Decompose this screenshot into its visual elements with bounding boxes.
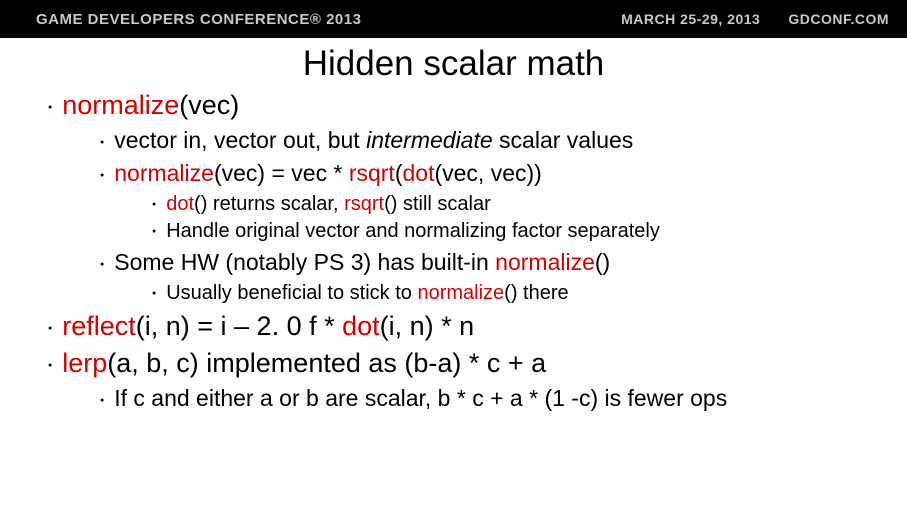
bullet-list-level3: ● dot() returns scalar, rsqrt() still sc… bbox=[0, 193, 907, 243]
slide-body: Hidden scalar math ● normalize(vec) ● ve… bbox=[0, 38, 907, 412]
bullet-normalize: ● normalize(vec) bbox=[48, 90, 907, 121]
bullet-list-level2: ● Some HW (notably PS 3) has built-in no… bbox=[0, 249, 907, 276]
header-conference-name: GAME DEVELOPERS CONFERENCE® 2013 bbox=[36, 11, 361, 28]
bullet-text: normalize(vec) bbox=[62, 90, 239, 121]
bullet-text: lerp(a, b, c) implemented as (b-a) * c +… bbox=[62, 348, 546, 379]
bullet-list-level3: ● Usually beneficial to stick to normali… bbox=[0, 282, 907, 305]
bullet-icon: ● bbox=[48, 325, 52, 332]
bullet-fewer-ops: ● If c and either a or b are scalar, b *… bbox=[100, 385, 907, 412]
bullet-icon: ● bbox=[100, 261, 104, 268]
slide-title: Hidden scalar math bbox=[0, 44, 907, 84]
bullet-text: Some HW (notably PS 3) has built-in norm… bbox=[114, 249, 610, 276]
bullet-list-level1: ● normalize(vec) bbox=[0, 90, 907, 121]
bullet-text: dot() returns scalar, rsqrt() still scal… bbox=[166, 193, 491, 216]
header-date: MARCH 25-29, 2013 bbox=[621, 11, 760, 27]
bullet-list-level2: ● vector in, vector out, but intermediat… bbox=[0, 127, 907, 187]
bullet-normalize-eq: ● normalize(vec) = vec * rsqrt(dot(vec, … bbox=[100, 160, 907, 187]
bullet-reflect: ● reflect(i, n) = i – 2. 0 f * dot(i, n)… bbox=[48, 311, 907, 342]
header-right-group: MARCH 25-29, 2013 GDCONF.COM bbox=[621, 11, 889, 27]
bullet-icon: ● bbox=[48, 362, 52, 369]
bullet-text: Usually beneficial to stick to normalize… bbox=[166, 282, 568, 305]
bullet-icon: ● bbox=[152, 201, 156, 208]
bullet-icon: ● bbox=[100, 139, 104, 146]
bullet-stick-normalize: ● Usually beneficial to stick to normali… bbox=[152, 282, 907, 305]
conference-header: GAME DEVELOPERS CONFERENCE® 2013 MARCH 2… bbox=[0, 0, 907, 38]
bullet-text: vector in, vector out, but intermediate … bbox=[114, 127, 633, 154]
bullet-handle-separately: ● Handle original vector and normalizing… bbox=[152, 220, 907, 243]
bullet-text: Handle original vector and normalizing f… bbox=[166, 220, 660, 243]
header-site: GDCONF.COM bbox=[788, 11, 889, 27]
bullet-icon: ● bbox=[152, 290, 156, 297]
bullet-dot-scalar: ● dot() returns scalar, rsqrt() still sc… bbox=[152, 193, 907, 216]
bullet-text: reflect(i, n) = i – 2. 0 f * dot(i, n) *… bbox=[62, 311, 474, 342]
bullet-icon: ● bbox=[152, 228, 156, 235]
bullet-text: normalize(vec) = vec * rsqrt(dot(vec, ve… bbox=[114, 160, 542, 187]
bullet-icon: ● bbox=[100, 397, 104, 404]
bullet-text: If c and either a or b are scalar, b * c… bbox=[114, 385, 727, 412]
bullet-vector-in-out: ● vector in, vector out, but intermediat… bbox=[100, 127, 907, 154]
bullet-list-level1: ● reflect(i, n) = i – 2. 0 f * dot(i, n)… bbox=[0, 311, 907, 379]
bullet-ps3-normalize: ● Some HW (notably PS 3) has built-in no… bbox=[100, 249, 907, 276]
bullet-icon: ● bbox=[48, 104, 52, 111]
bullet-icon: ● bbox=[100, 172, 104, 179]
bullet-lerp: ● lerp(a, b, c) implemented as (b-a) * c… bbox=[48, 348, 907, 379]
bullet-list-level2: ● If c and either a or b are scalar, b *… bbox=[0, 385, 907, 412]
